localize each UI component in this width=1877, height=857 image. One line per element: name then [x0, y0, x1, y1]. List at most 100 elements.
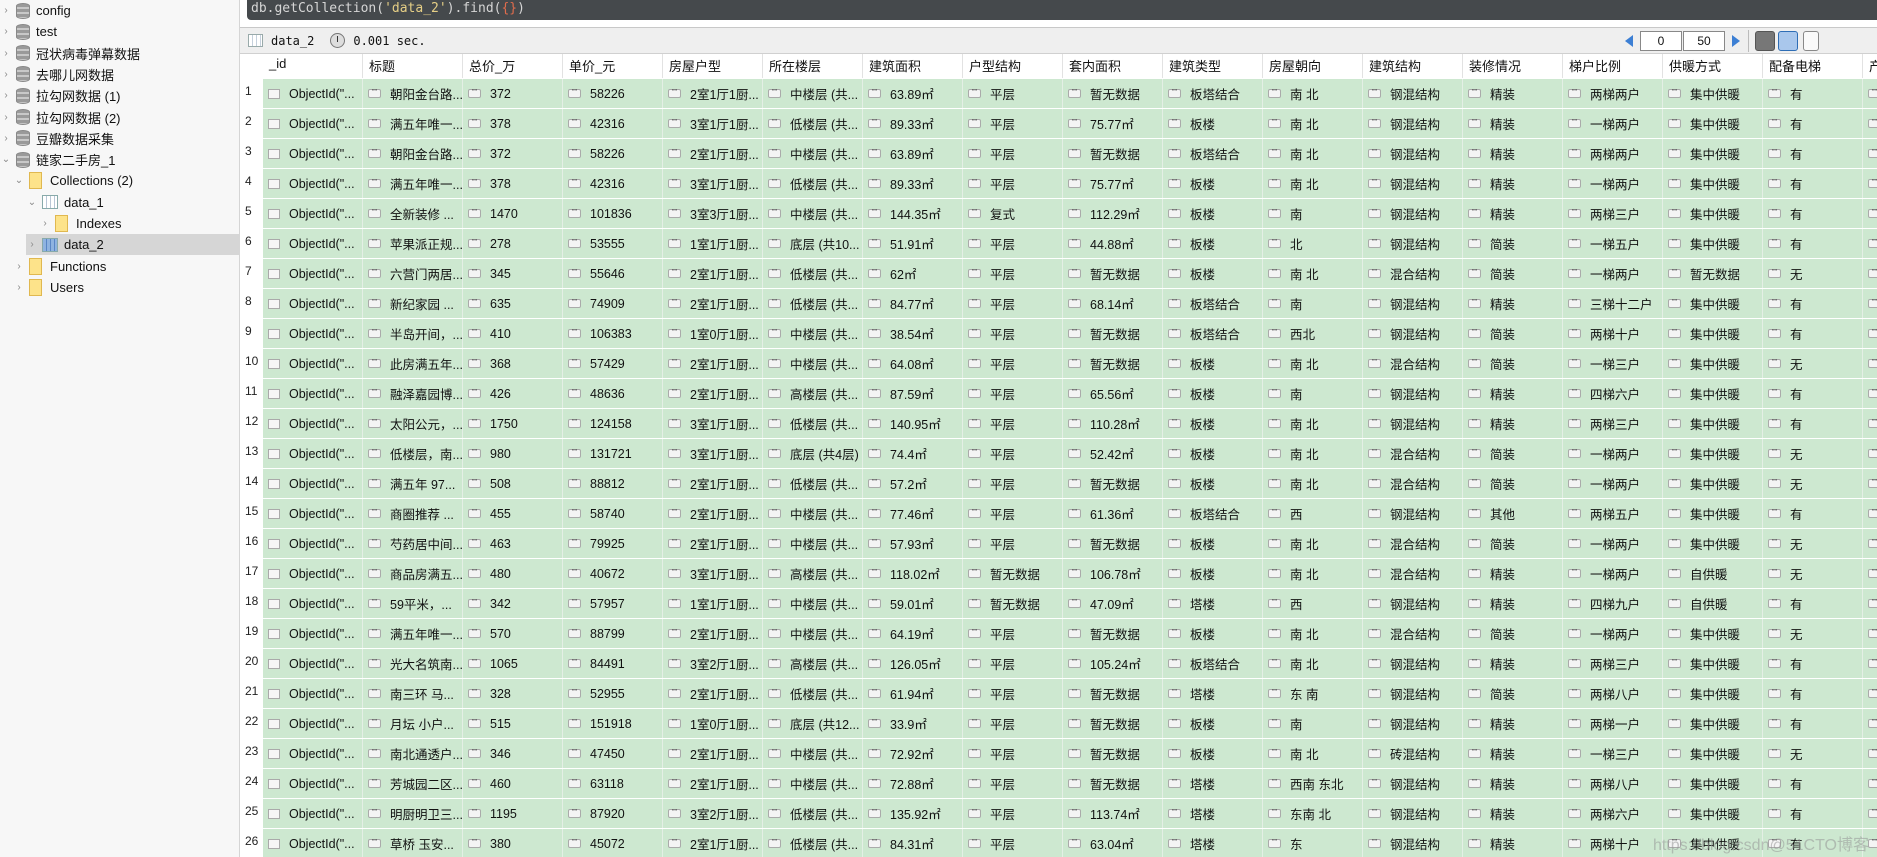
table-cell[interactable]: "" 集中供暖	[1663, 379, 1763, 408]
table-cell[interactable]: "" 无	[1763, 739, 1863, 768]
table-cell[interactable]: "" 板楼	[1163, 469, 1263, 498]
table-cell[interactable]: "" 低楼层 (共...	[763, 289, 863, 318]
table-cell[interactable]: "" 暂无数据	[1063, 319, 1163, 348]
table-cell[interactable]: "" 110.28㎡	[1063, 409, 1163, 438]
table-cell[interactable]: "" 满五年唯一...	[363, 619, 463, 648]
table-cell[interactable]: "" 278	[463, 229, 563, 258]
column-header[interactable]: 供暖方式	[1663, 54, 1763, 78]
table-cell[interactable]: "" 钢混结构	[1363, 289, 1463, 318]
table-cell[interactable]: ObjectId("...	[263, 529, 363, 558]
table-cell[interactable]: "" 无	[1763, 529, 1863, 558]
column-header[interactable]: 装修情况	[1463, 54, 1563, 78]
table-cell[interactable]: "" 两梯八户	[1563, 679, 1663, 708]
table-cell[interactable]: "" 简装	[1463, 619, 1563, 648]
table-cell[interactable]: ObjectId("...	[263, 379, 363, 408]
table-cell[interactable]: "" 57429	[563, 349, 663, 378]
table-cell[interactable]: "" 精装	[1463, 199, 1563, 228]
table-cell[interactable]: "" 四梯九户	[1563, 589, 1663, 618]
table-cell[interactable]: "" 平层	[963, 349, 1063, 378]
table-cell[interactable]: ""	[1863, 469, 1877, 498]
table-cell[interactable]: ObjectId("...	[263, 139, 363, 168]
table-cell[interactable]: "" 3室1厅1厨...	[663, 409, 763, 438]
table-cell[interactable]: "" 底层 (共4层)	[763, 439, 863, 468]
table-cell[interactable]: "" 板塔结合	[1163, 79, 1263, 108]
table-cell[interactable]: "" 中楼层 (共...	[763, 349, 863, 378]
chevron-right-icon[interactable]: ›	[13, 282, 25, 293]
table-cell[interactable]: "" 平层	[963, 679, 1063, 708]
table-cell[interactable]: "" 72.92㎡	[863, 739, 963, 768]
table-cell[interactable]: "" 简装	[1463, 439, 1563, 468]
table-cell[interactable]: "" 101836	[563, 199, 663, 228]
table-cell[interactable]: ObjectId("...	[263, 649, 363, 678]
table-cell[interactable]: "" 2室1厅1厨...	[663, 499, 763, 528]
table-cell[interactable]: ""	[1863, 619, 1877, 648]
table-cell[interactable]: "" 3室3厅1厨...	[663, 199, 763, 228]
table-cell[interactable]: "" 平层	[963, 289, 1063, 318]
table-cell[interactable]: ObjectId("...	[263, 739, 363, 768]
table-cell[interactable]: "" 半岛开间，...	[363, 319, 463, 348]
table-cell[interactable]: "" 106.78㎡	[1063, 559, 1163, 588]
table-cell[interactable]: "" 2室1厅1厨...	[663, 289, 763, 318]
chevron-right-icon[interactable]: ›	[0, 90, 12, 101]
chevron-right-icon[interactable]: ›	[0, 26, 12, 37]
tree-view-icon[interactable]	[1755, 31, 1775, 51]
table-cell[interactable]: "" 低楼层 (共...	[763, 829, 863, 857]
column-header[interactable]: 总价_万	[463, 54, 563, 78]
table-cell[interactable]: "" 61.36㎡	[1063, 499, 1163, 528]
table-cell[interactable]: "" 板楼	[1163, 619, 1263, 648]
table-cell[interactable]: "" 345	[463, 259, 563, 288]
table-cell[interactable]: "" 平层	[963, 409, 1063, 438]
column-header[interactable]: _id	[263, 54, 363, 78]
table-cell[interactable]: "" 满五年 97...	[363, 469, 463, 498]
table-cell[interactable]: "" 暂无数据	[1063, 529, 1163, 558]
table-cell[interactable]: "" 简装	[1463, 349, 1563, 378]
table-cell[interactable]: "" 84491	[563, 649, 663, 678]
table-cell[interactable]: "" 集中供暖	[1663, 289, 1763, 318]
table-cell[interactable]: "" 有	[1763, 229, 1863, 258]
table-cell[interactable]: "" 精装	[1463, 169, 1563, 198]
table-cell[interactable]: ""	[1863, 649, 1877, 678]
table-cell[interactable]: "" 151918	[563, 709, 663, 738]
table-cell[interactable]: "" 2室1厅1厨...	[663, 619, 763, 648]
table-cell[interactable]: "" 126.05㎡	[863, 649, 963, 678]
table-cell[interactable]: "" 钢混结构	[1363, 409, 1463, 438]
table-cell[interactable]: "" 钢混结构	[1363, 679, 1463, 708]
table-cell[interactable]: "" 33.9㎡	[863, 709, 963, 738]
table-cell[interactable]: "" 3室1厅1厨...	[663, 559, 763, 588]
tree-item-db[interactable]: › test	[0, 21, 240, 42]
table-cell[interactable]: ObjectId("...	[263, 349, 363, 378]
table-cell[interactable]: "" 暂无数据	[1063, 259, 1163, 288]
table-cell[interactable]: "" 全新装修 ...	[363, 199, 463, 228]
table-cell[interactable]: "" 精装	[1463, 799, 1563, 828]
table-cell[interactable]: "" 77.46㎡	[863, 499, 963, 528]
table-cell[interactable]: "" 372	[463, 139, 563, 168]
table-cell[interactable]: "" 钢混结构	[1363, 199, 1463, 228]
table-cell[interactable]: "" 平层	[963, 649, 1063, 678]
table-cell[interactable]: "" 板楼	[1163, 559, 1263, 588]
table-cell[interactable]: "" 南	[1263, 709, 1363, 738]
table-cell[interactable]: "" 380	[463, 829, 563, 857]
table-cell[interactable]: "" 新纪家园 ...	[363, 289, 463, 318]
table-cell[interactable]: ""	[1863, 319, 1877, 348]
table-cell[interactable]: "" 3室2厅1厨...	[663, 799, 763, 828]
table-cell[interactable]: "" 暂无数据	[1063, 709, 1163, 738]
table-cell[interactable]: "" 板塔结合	[1163, 499, 1263, 528]
table-cell[interactable]: "" 精装	[1463, 829, 1563, 857]
tree-item-db[interactable]: › 去哪儿网数据	[0, 64, 240, 85]
table-cell[interactable]: "" 87.59㎡	[863, 379, 963, 408]
table-cell[interactable]: "" 一梯两户	[1563, 559, 1663, 588]
table-cell[interactable]: "" 52.42㎡	[1063, 439, 1163, 468]
column-header[interactable]: 标题	[363, 54, 463, 78]
table-cell[interactable]: "" 混合结构	[1363, 349, 1463, 378]
table-cell[interactable]: "" 暂无数据	[1063, 79, 1163, 108]
tree-item-folder[interactable]: › Indexes	[39, 213, 240, 234]
table-cell[interactable]: "" 52955	[563, 679, 663, 708]
table-cell[interactable]: "" 570	[463, 619, 563, 648]
next-page-icon[interactable]	[1732, 35, 1740, 47]
table-cell[interactable]: "" 平层	[963, 229, 1063, 258]
table-cell[interactable]: ""	[1863, 199, 1877, 228]
table-cell[interactable]: "" 59平米，...	[363, 589, 463, 618]
table-cell[interactable]: "" 平层	[963, 529, 1063, 558]
table-cell[interactable]: "" 砖混结构	[1363, 739, 1463, 768]
table-cell[interactable]: "" 有	[1763, 649, 1863, 678]
